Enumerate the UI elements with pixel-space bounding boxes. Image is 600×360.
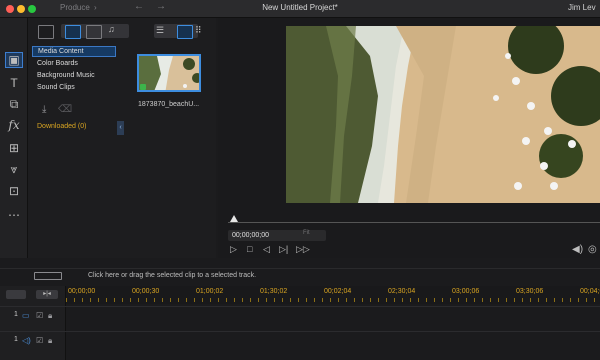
track-lock-icon[interactable]: 🔒︎ <box>48 336 52 346</box>
used-marker-icon <box>140 84 146 90</box>
track-number: 1 <box>14 311 18 318</box>
next-frame-icon[interactable]: ▷| <box>279 244 288 255</box>
preview-scrub-bar[interactable] <box>228 222 600 223</box>
video-track-1[interactable]: 1 ▭ ☑ 🔒︎ <box>0 306 600 325</box>
user-name[interactable]: Jim Lev <box>568 3 596 12</box>
ruler-tick-label: 01;30;02 <box>260 288 288 295</box>
clip-name: 1873870_beachU... <box>138 101 200 108</box>
previous-frame-icon[interactable]: ◁ <box>263 244 270 255</box>
filter-video-icon[interactable] <box>65 25 81 39</box>
pip-icon[interactable]: ⊞ <box>5 140 23 156</box>
grid-view-icon[interactable]: ⠿ <box>195 25 209 37</box>
media-room-icon[interactable]: ▣ <box>5 52 23 68</box>
ruler-tick-label: 03;30;06 <box>516 288 544 295</box>
download-icon[interactable]: ⤓ <box>42 104 46 115</box>
track-manager-icon[interactable] <box>6 290 26 299</box>
play-icon[interactable]: ▷ <box>230 244 237 255</box>
category-list: Media Content Color Boards Background Mu… <box>32 46 116 256</box>
delete-icon[interactable]: ⌫ <box>58 104 72 115</box>
ruler-tick-label: 02;30;04 <box>388 288 416 295</box>
ruler-tick-label: 00;04;0 <box>580 288 600 295</box>
ruler-tick-label: 01;00;02 <box>196 288 224 295</box>
video-track-icon: ▭ <box>22 311 30 320</box>
ruler-tick-label: 03;00;06 <box>452 288 480 295</box>
track-enable-checkbox-icon[interactable]: ☑ <box>36 311 43 320</box>
clip-thumbnail[interactable] <box>137 54 201 92</box>
snapshot-icon[interactable]: ◎ <box>588 244 597 255</box>
particle-icon[interactable]: ⩔ <box>5 161 23 177</box>
filter-audio-icon[interactable]: ♫ <box>108 24 122 36</box>
category-color-boards[interactable]: Color Boards <box>32 58 116 69</box>
track-lock-icon[interactable]: 🔒︎ <box>48 311 52 321</box>
downloaded-category[interactable]: Downloaded (0) <box>37 123 86 130</box>
subtitle-icon[interactable]: ⊡ <box>5 183 23 199</box>
list-view-icon[interactable]: ☰ <box>156 25 170 37</box>
ruler-tick-label: 00;00;00 <box>68 288 96 295</box>
category-media-content[interactable]: Media Content <box>32 46 116 57</box>
title-bar: Produce › ← → New Untitled Project* Jim … <box>0 0 600 18</box>
playhead-marker-icon[interactable] <box>230 215 238 222</box>
timecode-display[interactable]: 00;00;00;00 <box>228 230 326 241</box>
transition-icon[interactable]: ⧉ <box>5 96 23 112</box>
details-view-icon[interactable] <box>177 25 193 39</box>
category-background-music[interactable]: Background Music <box>32 70 116 81</box>
track-number: 1 <box>14 336 18 343</box>
timeline-hint: Click here or drag the selected clip to … <box>88 272 257 279</box>
collapse-panel-icon[interactable]: ‹ <box>117 121 124 135</box>
ruler-ticks <box>66 298 600 302</box>
window-title: New Untitled Project* <box>262 3 338 12</box>
fit-timeline-icon[interactable]: ▸|◂ <box>36 290 58 299</box>
title-icon[interactable]: T <box>5 75 23 91</box>
timeline-storyboard-toggle-icon[interactable] <box>34 272 62 280</box>
ruler-tick-label: 00;02;04 <box>324 288 352 295</box>
zoom-fit-dropdown[interactable]: Fit <box>303 230 310 236</box>
track-enable-checkbox-icon[interactable]: ☑ <box>36 336 43 345</box>
fast-forward-icon[interactable]: ▷▷ <box>296 244 310 255</box>
library-toolbar: ♫ ☰ ⠿ <box>28 22 216 42</box>
preview-video-frame[interactable] <box>286 26 600 203</box>
ruler-tick-label: 00;00;30 <box>132 288 160 295</box>
category-sound-clips[interactable]: Sound Clips <box>32 82 116 93</box>
stop-icon[interactable]: □ <box>247 244 252 254</box>
audio-track-1[interactable]: 1 ◁) ☑ 🔒︎ <box>0 331 600 350</box>
more-icon[interactable]: ⋯ <box>5 207 23 223</box>
import-media-icon[interactable] <box>38 25 54 39</box>
volume-icon[interactable]: ◀) <box>572 244 583 255</box>
fx-icon[interactable]: fx <box>5 117 23 133</box>
audio-track-icon: ◁) <box>22 336 31 345</box>
filter-image-icon[interactable] <box>86 25 102 39</box>
